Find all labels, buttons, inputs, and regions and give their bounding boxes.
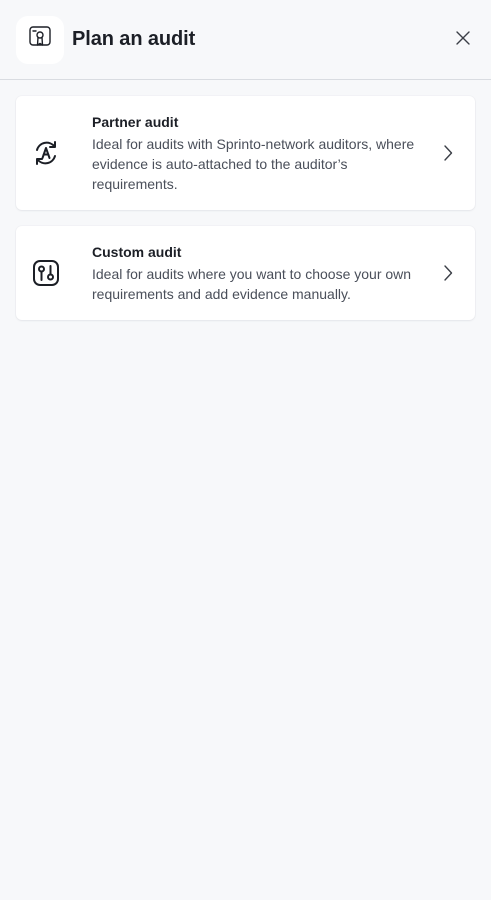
custom-route-icon xyxy=(32,259,60,287)
audit-options-list: Partner audit Ideal for audits with Spri… xyxy=(0,80,491,320)
custom-audit-option[interactable]: Custom audit Ideal for audits where you … xyxy=(16,226,475,320)
page-title: Plan an audit xyxy=(72,28,196,50)
custom-audit-description: Ideal for audits where you want to choos… xyxy=(92,266,412,302)
custom-audit-title: Custom audit xyxy=(92,244,182,260)
partner-audit-text: Partner audit Ideal for audits with Spri… xyxy=(92,112,441,194)
certificate-icon xyxy=(27,24,53,55)
close-button[interactable] xyxy=(452,29,474,51)
header-icon-tile xyxy=(16,15,64,64)
close-icon xyxy=(456,30,470,50)
plan-audit-panel: Plan an audit Partner audit Ideal for au… xyxy=(0,0,491,900)
auto-sync-a-icon xyxy=(32,139,60,167)
partner-audit-title: Partner audit xyxy=(92,114,179,130)
panel-header: Plan an audit xyxy=(0,0,491,80)
custom-audit-text: Custom audit Ideal for audits where you … xyxy=(92,242,441,304)
chevron-right-icon xyxy=(441,145,455,161)
partner-audit-description: Ideal for audits with Sprinto-network au… xyxy=(92,136,415,192)
chevron-right-icon xyxy=(441,265,455,281)
partner-audit-option[interactable]: Partner audit Ideal for audits with Spri… xyxy=(16,96,475,210)
